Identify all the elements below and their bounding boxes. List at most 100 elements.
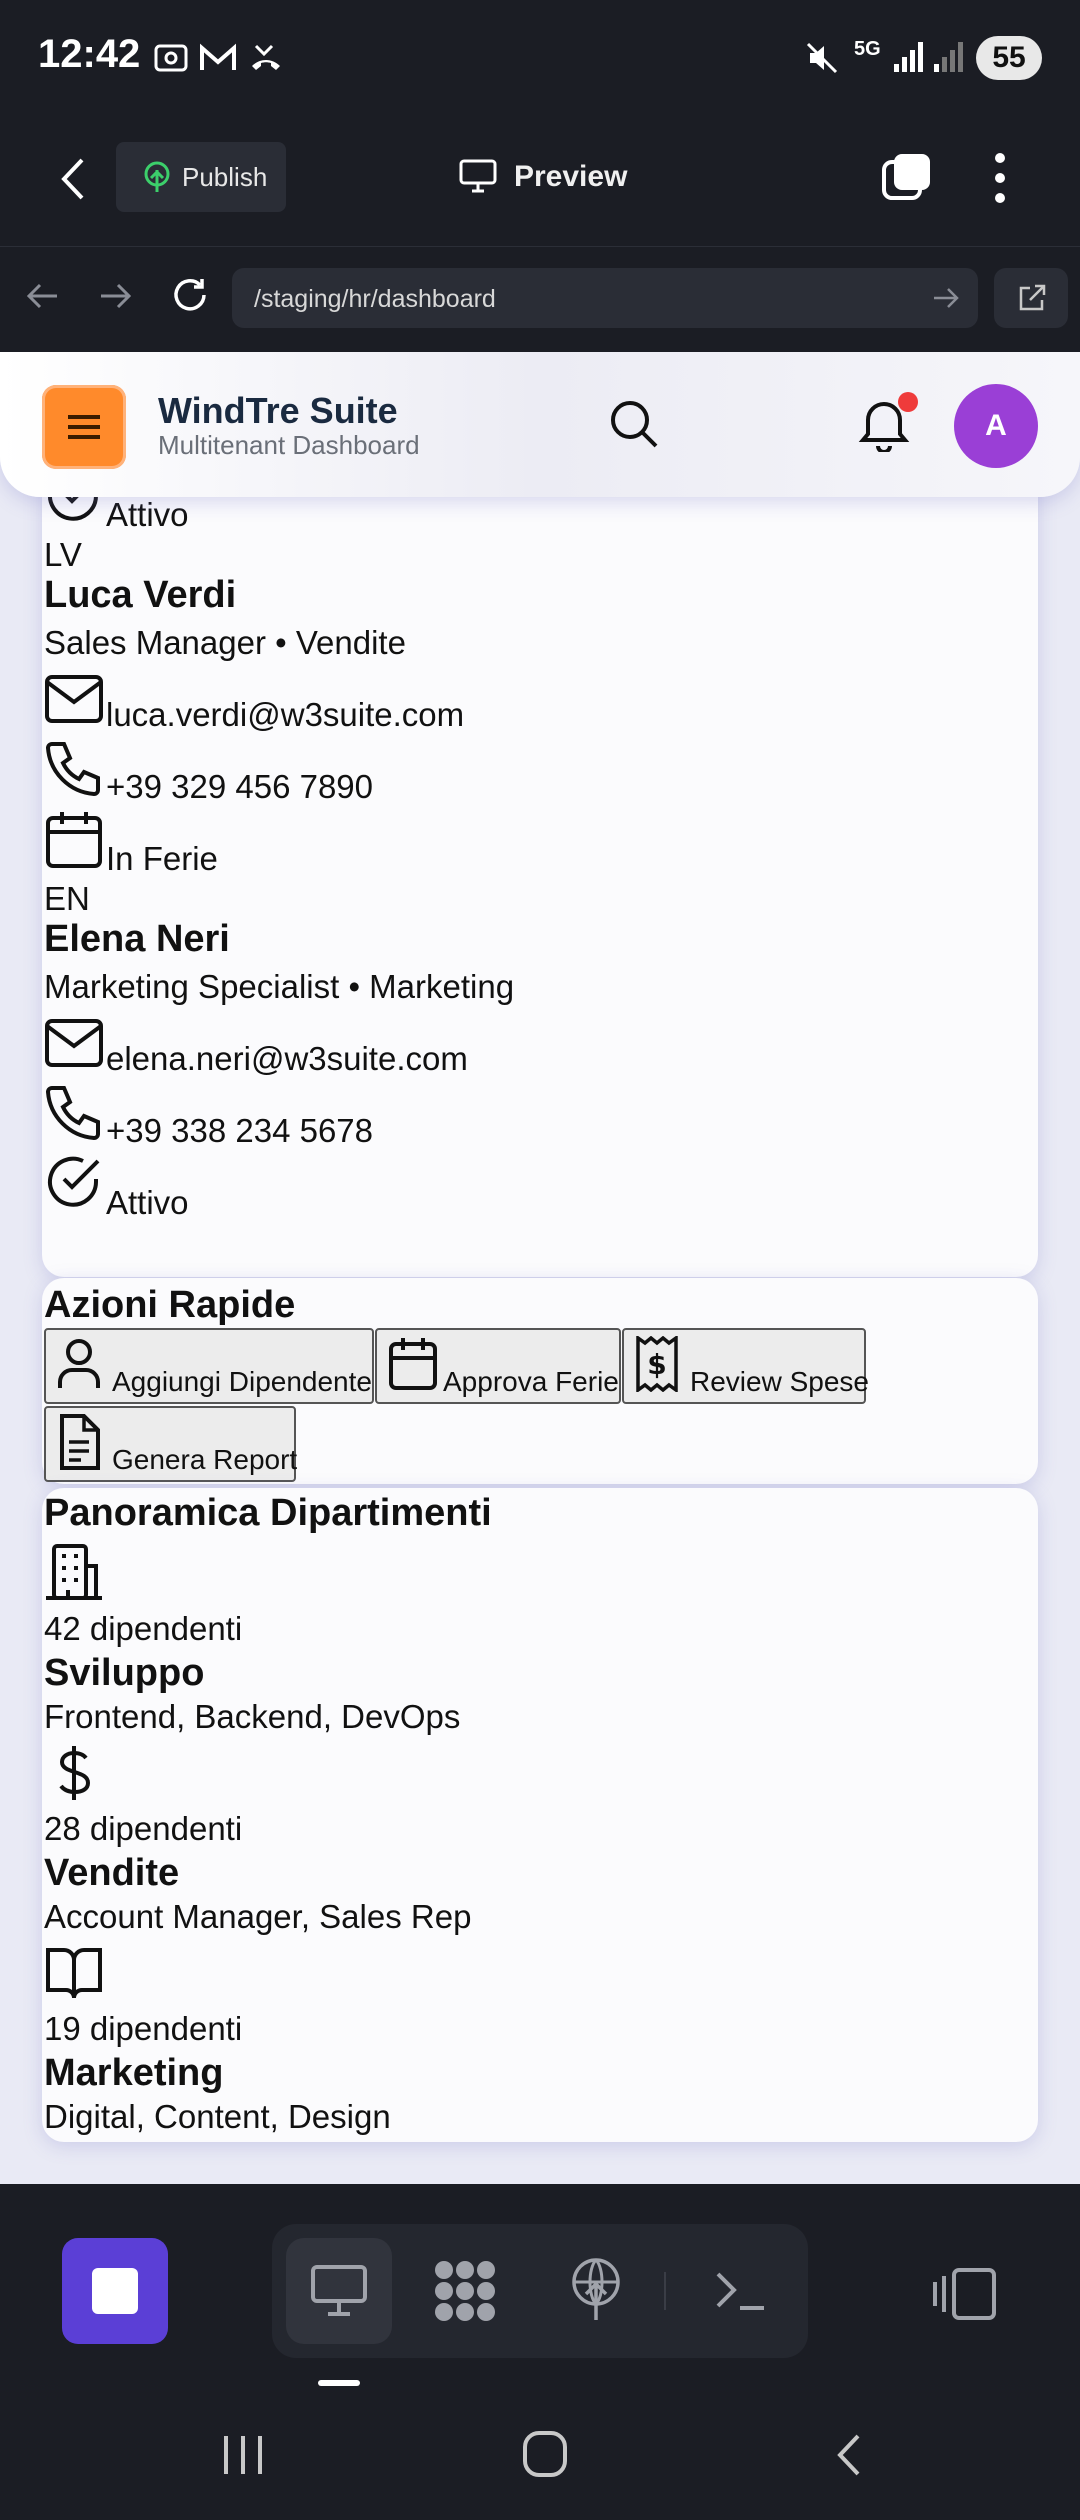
phone-icon bbox=[45, 1086, 100, 1141]
department-roles: Frontend, Backend, DevOps bbox=[44, 1698, 461, 1735]
mail-icon bbox=[45, 1019, 103, 1067]
system-navigation-bar bbox=[0, 2392, 1080, 2520]
calendar-icon bbox=[46, 812, 102, 868]
signal-icon bbox=[894, 42, 923, 72]
employee-status: Attivo bbox=[106, 496, 189, 533]
bottom-toolbar bbox=[0, 2184, 1080, 2392]
nav-forward-icon[interactable] bbox=[98, 281, 134, 311]
brand-subtitle: Multitenant Dashboard bbox=[158, 430, 420, 460]
apps-grid-icon[interactable] bbox=[432, 2258, 498, 2324]
nav-back-icon[interactable] bbox=[24, 281, 60, 311]
check-circle-icon bbox=[48, 1156, 100, 1207]
approve-leave-label: Approva Ferie bbox=[443, 1366, 619, 1397]
layers-icon[interactable] bbox=[880, 150, 934, 204]
desktop-view-button[interactable] bbox=[286, 2238, 392, 2344]
url-text: /staging/hr/dashboard bbox=[254, 285, 496, 313]
quick-actions-title: Azioni Rapide bbox=[44, 1284, 296, 1326]
departments-card: Panoramica Dipartimenti 42 dipendenti Sv… bbox=[42, 1488, 1038, 2142]
split-view-icon[interactable] bbox=[932, 2266, 998, 2322]
mail-icon bbox=[45, 675, 103, 723]
calendar-icon bbox=[389, 1338, 437, 1390]
preview-label: Preview bbox=[514, 160, 628, 193]
screenshot-icon bbox=[154, 44, 188, 72]
app-header: WindTre Suite Multitenant Dashboard A bbox=[0, 352, 1080, 497]
preview-viewport: +39 347 987 6543 Attivo LV Luca Verdi Sa… bbox=[0, 352, 1080, 2184]
terminal-icon[interactable] bbox=[712, 2266, 768, 2314]
employee-phone[interactable]: +39 329 456 7890 bbox=[106, 768, 373, 806]
add-employee-button[interactable]: Aggiungi Dipendente bbox=[44, 1328, 374, 1404]
menu-button[interactable] bbox=[42, 385, 126, 469]
phone-icon bbox=[45, 742, 100, 797]
dollar-icon bbox=[59, 1746, 91, 1800]
home-icon[interactable] bbox=[520, 2428, 570, 2480]
add-employee-label: Aggiungi Dipendente bbox=[112, 1366, 372, 1397]
clock: 12:42 bbox=[38, 32, 141, 76]
svg-text:$: $ bbox=[647, 1348, 666, 1381]
notification-dot bbox=[898, 392, 918, 412]
hamburger-icon bbox=[68, 415, 100, 439]
external-link-icon bbox=[1019, 284, 1046, 311]
employee-initials: EN bbox=[44, 880, 90, 917]
more-vertical-icon[interactable] bbox=[988, 150, 1012, 206]
department-name: Marketing bbox=[44, 2052, 224, 2094]
view-switcher bbox=[272, 2224, 808, 2358]
generate-report-label: Genera Report bbox=[112, 1444, 298, 1475]
department-count: 19 dipendenti bbox=[44, 2010, 243, 2047]
quick-actions-card: Azioni Rapide Aggiungi Dipendente Approv… bbox=[42, 1278, 1038, 1484]
signal-weak-icon bbox=[934, 42, 963, 72]
department-count: 42 dipendenti bbox=[44, 1610, 243, 1647]
review-expenses-button[interactable]: $ Review Spese bbox=[622, 1328, 869, 1404]
building-icon bbox=[46, 1544, 102, 1600]
back-icon[interactable] bbox=[830, 2430, 866, 2480]
recent-apps-icon[interactable] bbox=[218, 2432, 268, 2478]
gmail-icon bbox=[200, 43, 236, 70]
status-bar: 12:42 5G 55 bbox=[0, 0, 1080, 118]
receipt-icon: $ bbox=[636, 1336, 678, 1392]
open-external-button[interactable] bbox=[994, 268, 1068, 328]
generate-report-button[interactable]: Genera Report bbox=[44, 1406, 298, 1482]
department-roles: Account Manager, Sales Rep bbox=[44, 1898, 472, 1935]
brand-title: WindTre Suite bbox=[158, 390, 398, 431]
employee-initials: LV bbox=[44, 536, 82, 573]
divider bbox=[664, 2272, 666, 2310]
department-roles: Digital, Content, Design bbox=[44, 2098, 391, 2135]
departments-title: Panoramica Dipartimenti bbox=[44, 1492, 492, 1534]
go-arrow-icon[interactable] bbox=[932, 286, 960, 310]
employee-role: Sales Manager • Vendite bbox=[44, 624, 406, 661]
department-name: Vendite bbox=[44, 1852, 180, 1894]
stop-icon bbox=[92, 2268, 138, 2314]
department-count: 28 dipendenti bbox=[44, 1810, 243, 1847]
missed-call-icon bbox=[252, 44, 280, 70]
monitor-icon bbox=[311, 2265, 367, 2316]
book-open-icon bbox=[46, 1948, 102, 1999]
search-icon[interactable] bbox=[608, 398, 660, 450]
approve-leave-button[interactable]: Approva Ferie bbox=[375, 1328, 621, 1404]
employee-status: In Ferie bbox=[106, 840, 218, 877]
employee-name: Elena Neri bbox=[44, 918, 230, 960]
file-text-icon bbox=[60, 1414, 100, 1470]
publish-label: Publish bbox=[182, 162, 268, 192]
employee-role: Marketing Specialist • Marketing bbox=[44, 968, 515, 1005]
review-expenses-label: Review Spese bbox=[690, 1366, 869, 1397]
battery-indicator: 55 bbox=[976, 36, 1042, 80]
home-indicator bbox=[318, 2380, 360, 2386]
publish-button[interactable]: Publish bbox=[116, 142, 286, 212]
employee-name: Luca Verdi bbox=[44, 574, 237, 616]
network-type: 5G bbox=[854, 38, 881, 60]
back-arrow-icon[interactable] bbox=[56, 154, 90, 204]
department-name: Sviluppo bbox=[44, 1652, 205, 1694]
user-icon bbox=[58, 1339, 100, 1388]
employees-card: +39 347 987 6543 Attivo LV Luca Verdi Sa… bbox=[42, 410, 1038, 1277]
refresh-icon[interactable] bbox=[170, 275, 210, 315]
employee-email[interactable]: luca.verdi@w3suite.com bbox=[106, 696, 464, 734]
employee-phone[interactable]: +39 338 234 5678 bbox=[106, 1112, 373, 1150]
deploy-globe-icon[interactable] bbox=[566, 2254, 626, 2324]
monitor-icon bbox=[459, 159, 497, 193]
employee-email[interactable]: elena.neri@w3suite.com bbox=[106, 1040, 468, 1078]
employee-status: Attivo bbox=[106, 1184, 189, 1221]
stop-button[interactable] bbox=[62, 2238, 168, 2344]
publish-icon bbox=[144, 161, 170, 192]
avatar[interactable]: A bbox=[954, 384, 1038, 468]
url-field[interactable]: /staging/hr/dashboard bbox=[232, 268, 978, 328]
mute-icon bbox=[806, 42, 838, 74]
